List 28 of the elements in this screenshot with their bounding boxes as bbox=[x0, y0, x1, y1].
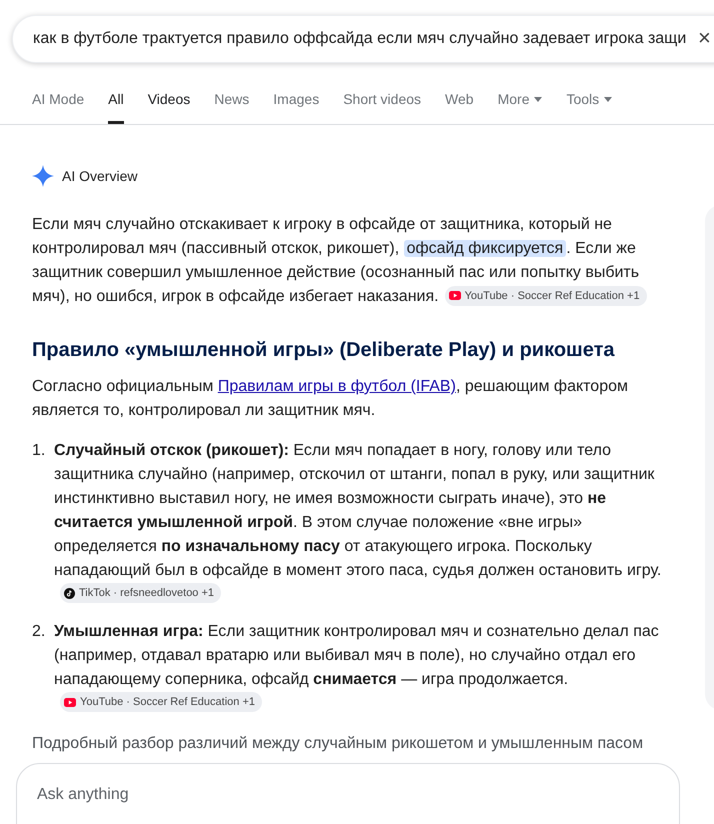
tab[interactable]: Tools bbox=[566, 91, 612, 124]
music-note-icon bbox=[64, 588, 75, 598]
list-item-text: Случайный отскок (рикошет): Если мяч попадает в ногу, голову или тело защитника случайно (например, отскочил от штанги, попал в руку, или защитник инстинктивно выставил ногу, не имея возможности сыграть иначе), это не считается умышленной игрой. В этом случае положение «вне игры» определяется по изначальному пасу от атакующего игрока. Поскольку нападающий был в офсайде в момент этого паса, судья должен остановить игру. TikTok · refsneedlovetoo +1 bbox=[54, 439, 666, 608]
tab[interactable]: All bbox=[108, 91, 124, 124]
ask-field[interactable]: Ask anything bbox=[16, 763, 680, 824]
tab[interactable]: Short videos bbox=[343, 91, 422, 124]
tab[interactable]: More bbox=[498, 91, 542, 124]
overview-paragraph: Если мяч случайно отскакивает к игроку в офсайде от защитника, который не контролировал мяч (пассивный отскок, рикошет), офсайд фиксируется . Если же защитник совершил умышленное действие (осознанный пас или попытку выбить мяч), но ошибся, игрок в офсайде избегает наказания. YouTube · Soccer Ref Education +1 bbox=[32, 213, 672, 309]
list-number: 2. bbox=[32, 622, 46, 642]
play-icon bbox=[448, 291, 461, 300]
rules-link[interactable]: Правилам игры в футбол (IFAB) bbox=[218, 378, 456, 395]
list-number: 1. bbox=[32, 441, 46, 461]
play-icon bbox=[64, 698, 76, 706]
section-heading: Правило «умышленной игры» (Deliberate Play) и рикошета bbox=[32, 338, 616, 363]
source-chip[interactable]: TikTok · refsneedlovetoo +1 bbox=[60, 583, 222, 603]
source-chip[interactable]: YouTube · Soccer Ref Education +1 bbox=[60, 692, 262, 712]
clear-button[interactable]: × bbox=[698, 25, 711, 51]
list-item-text: Умышленная игра: Если защитник контролировал мяч и сознательно делал пас (например, отдавал вратарю или выбивал мяч в поле), но случайно отдал его нападающему соперника, офсайд снимается — игра продолжается. YouTube · Soccer Ref Education +1 bbox=[54, 620, 666, 716]
tab[interactable]: Videos bbox=[148, 91, 190, 124]
tab[interactable]: News bbox=[214, 91, 250, 124]
source-chip[interactable]: YouTube · Soccer Ref Education +1 bbox=[444, 286, 647, 306]
rules-paragraph: Согласно официальным Правилам игры в футбол (IFAB), решающим фактором является то, контролировал ли защитник мяч. bbox=[32, 377, 629, 421]
more-text: Подробный разбор различий между случайным рикошетом и умышленным пасом bbox=[32, 734, 644, 754]
sparkle-icon bbox=[32, 165, 54, 187]
tab[interactable]: Images bbox=[273, 91, 320, 124]
tab[interactable]: AI Mode bbox=[32, 91, 84, 124]
overview-title: AI Overview bbox=[62, 168, 138, 184]
tab[interactable]: Web bbox=[445, 91, 474, 124]
